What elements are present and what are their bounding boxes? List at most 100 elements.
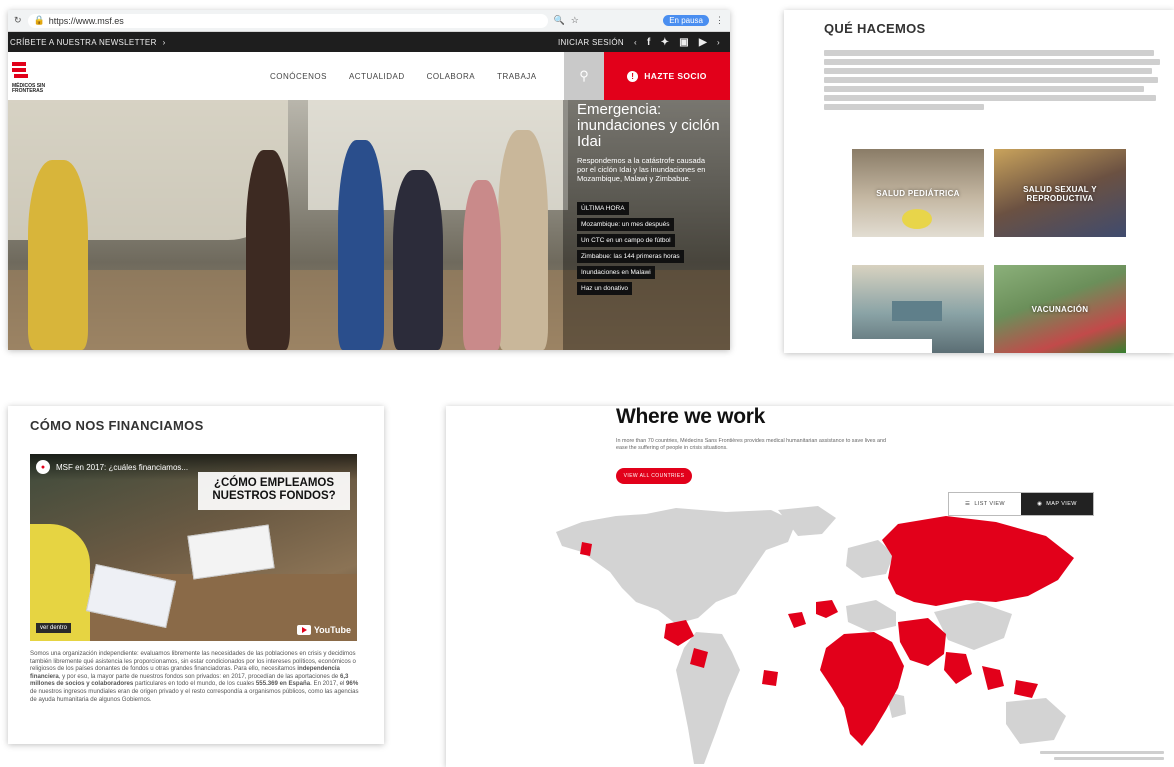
country-shape bbox=[816, 600, 838, 618]
section-title: QUÉ HACEMOS bbox=[824, 21, 926, 36]
msf-homepage-screenshot: ↻ 🔒 https://www.msf.es 🔍 ☆ En pausa ⋮ CR… bbox=[8, 10, 730, 350]
video-headline: ¿CÓMO EMPLEAMOS NUESTROS FONDOS? bbox=[198, 472, 350, 510]
country-shape bbox=[556, 508, 796, 624]
tile-image bbox=[902, 209, 932, 229]
tile-vacunacion[interactable]: VACUNACIÓN bbox=[994, 265, 1126, 353]
para-text: de nuestros ingresos mundiales eran de o… bbox=[30, 687, 359, 703]
instagram-icon[interactable]: ▣ bbox=[679, 37, 689, 48]
tile-image bbox=[892, 301, 942, 321]
hero-link[interactable]: Zimbabue: las 144 primeras horas bbox=[577, 250, 684, 263]
nav-item-colabora[interactable]: COLABORA bbox=[427, 72, 475, 81]
utility-bar: CRÍBETE A NUESTRA NEWSLETTER › INICIAR S… bbox=[8, 32, 730, 52]
country-shape bbox=[934, 602, 1012, 650]
search-button[interactable]: ⚲ bbox=[564, 52, 604, 100]
newsletter-link[interactable]: CRÍBETE A NUESTRA NEWSLETTER bbox=[10, 38, 157, 47]
hazte-socio-button[interactable]: ! HAZTE SOCIO bbox=[604, 52, 730, 100]
person-figure bbox=[463, 180, 501, 350]
country-shape bbox=[882, 516, 1074, 606]
country-shape bbox=[898, 618, 946, 666]
country-shape bbox=[944, 652, 972, 684]
world-map bbox=[556, 506, 1074, 764]
logo-text: MÉDICOS SIN FRONTERAS bbox=[12, 83, 46, 94]
bookmark-star-icon[interactable]: ☆ bbox=[571, 15, 579, 26]
lock-icon: 🔒 bbox=[33, 15, 45, 25]
video-title: MSF en 2017: ¿cuáles financiamos... bbox=[56, 462, 189, 472]
country-shape bbox=[1014, 680, 1038, 698]
para-strong: 555.369 en España bbox=[255, 680, 311, 688]
country-shape bbox=[820, 632, 904, 746]
country-shape bbox=[1006, 698, 1066, 744]
youtube-icon[interactable]: ▶ bbox=[699, 37, 707, 48]
view-all-countries-button[interactable]: VIEW ALL COUNTRIES bbox=[616, 468, 692, 484]
zoom-icon[interactable]: 🔍 bbox=[554, 15, 565, 26]
twitter-icon[interactable]: ✦ bbox=[661, 37, 670, 48]
medicine-box bbox=[187, 524, 275, 580]
country-shape bbox=[676, 632, 740, 764]
tile-label: SALUD PEDIÁTRICA bbox=[876, 189, 960, 198]
country-shape bbox=[846, 600, 896, 632]
section-title: Where we work bbox=[616, 406, 765, 428]
nav-item-trabaja[interactable]: TRABAJA bbox=[497, 72, 537, 81]
financiamos-screenshot: CÓMO NOS FINANCIAMOS ● MSF en 2017: ¿cuá… bbox=[8, 406, 384, 744]
country-shape bbox=[762, 670, 778, 686]
youtube-label: YouTube bbox=[313, 625, 351, 635]
que-hacemos-screenshot: QUÉ HACEMOS SALUD PEDIÁTRICA SALUD SEXUA… bbox=[784, 10, 1174, 353]
facebook-icon[interactable]: f bbox=[647, 37, 651, 48]
para-strong: 96% bbox=[346, 680, 359, 688]
tile-image bbox=[852, 339, 932, 353]
map-footnote bbox=[1032, 751, 1164, 763]
youtube-logo[interactable]: YouTube bbox=[296, 625, 351, 635]
person-figure bbox=[28, 160, 88, 350]
video-player[interactable]: ● MSF en 2017: ¿cuáles financiamos... ¿C… bbox=[30, 454, 357, 641]
tile-salud-sexual[interactable]: SALUD SEXUAL Y REPRODUCTIVA bbox=[994, 149, 1126, 237]
chevron-right-icon: › bbox=[162, 37, 166, 47]
person-figure bbox=[338, 140, 384, 350]
menu-icon[interactable]: ⋮ bbox=[715, 15, 724, 26]
section-title: CÓMO NOS FINANCIAMOS bbox=[30, 418, 204, 433]
url-text: https://www.msf.es bbox=[48, 15, 124, 26]
country-shape bbox=[788, 612, 806, 628]
person-figure bbox=[393, 170, 443, 350]
msf-logo[interactable]: MÉDICOS SIN FRONTERAS bbox=[10, 56, 70, 96]
hero-overlay: Emergencia: inundaciones y ciclón Idai R… bbox=[563, 100, 730, 350]
hero-link[interactable]: ÚLTIMA HORA bbox=[577, 202, 629, 215]
para-text: , y por eso, la mayor parte de nuestros … bbox=[58, 672, 340, 680]
reload-icon[interactable]: ↻ bbox=[14, 15, 22, 26]
video-badge: ver dentro bbox=[36, 623, 72, 633]
hero-subtitle: Respondemos a la catástrofe causada por … bbox=[577, 156, 706, 183]
search-icon: ⚲ bbox=[579, 68, 589, 83]
hero-link[interactable]: Inundaciones en Malawi bbox=[577, 266, 655, 279]
where-we-work-screenshot: Where we work In more than 70 countries,… bbox=[446, 406, 1174, 767]
tile-label: VACUNACIÓN bbox=[1031, 305, 1089, 314]
address-bar[interactable]: 🔒 https://www.msf.es bbox=[27, 13, 548, 28]
nav-links: CONÓCENOS ACTUALIDAD COLABORA TRABAJA bbox=[270, 72, 537, 81]
cta-label: HAZTE SOCIO bbox=[644, 71, 707, 81]
login-link[interactable]: INICIAR SESIÓN bbox=[558, 38, 624, 47]
tile-clinic[interactable] bbox=[852, 265, 984, 353]
country-shape bbox=[580, 542, 592, 556]
hero-link[interactable]: Haz un donativo bbox=[577, 282, 632, 295]
financing-paragraph: Somos una organización independiente: ev… bbox=[30, 650, 360, 703]
tile-label: SALUD SEXUAL Y REPRODUCTIVA bbox=[1023, 185, 1097, 203]
chevron-left-icon: ‹ bbox=[633, 37, 637, 47]
section-subtitle: In more than 70 countries, Médecins Sans… bbox=[616, 438, 886, 451]
hero-link[interactable]: Mozambique: un mes después bbox=[577, 218, 674, 231]
profile-chip[interactable]: En pausa bbox=[663, 15, 709, 26]
person-figure bbox=[246, 150, 290, 350]
intro-paragraph bbox=[824, 50, 1164, 113]
play-icon bbox=[296, 625, 311, 635]
para-text: . En 2017, el bbox=[310, 680, 347, 688]
nav-item-actualidad[interactable]: ACTUALIDAD bbox=[349, 72, 405, 81]
tile-salud-pediatrica[interactable]: SALUD PEDIÁTRICA bbox=[852, 149, 984, 237]
country-shape bbox=[982, 666, 1004, 690]
browser-toolbar: ↻ 🔒 https://www.msf.es 🔍 ☆ En pausa ⋮ bbox=[8, 10, 730, 32]
chevron-right-icon: › bbox=[717, 37, 720, 47]
hero-links: ÚLTIMA HORA Mozambique: un mes después U… bbox=[577, 202, 684, 295]
person-figure bbox=[498, 130, 548, 350]
msf-logo-mark bbox=[12, 62, 26, 66]
hero-title: Emergencia: inundaciones y ciclón Idai bbox=[577, 101, 720, 150]
hero-link[interactable]: Un CTC en un campo de fútbol bbox=[577, 234, 675, 247]
hero-image: Emergencia: inundaciones y ciclón Idai R… bbox=[8, 100, 730, 350]
alert-icon: ! bbox=[627, 70, 639, 82]
nav-item-conocenos[interactable]: CONÓCENOS bbox=[270, 72, 327, 81]
